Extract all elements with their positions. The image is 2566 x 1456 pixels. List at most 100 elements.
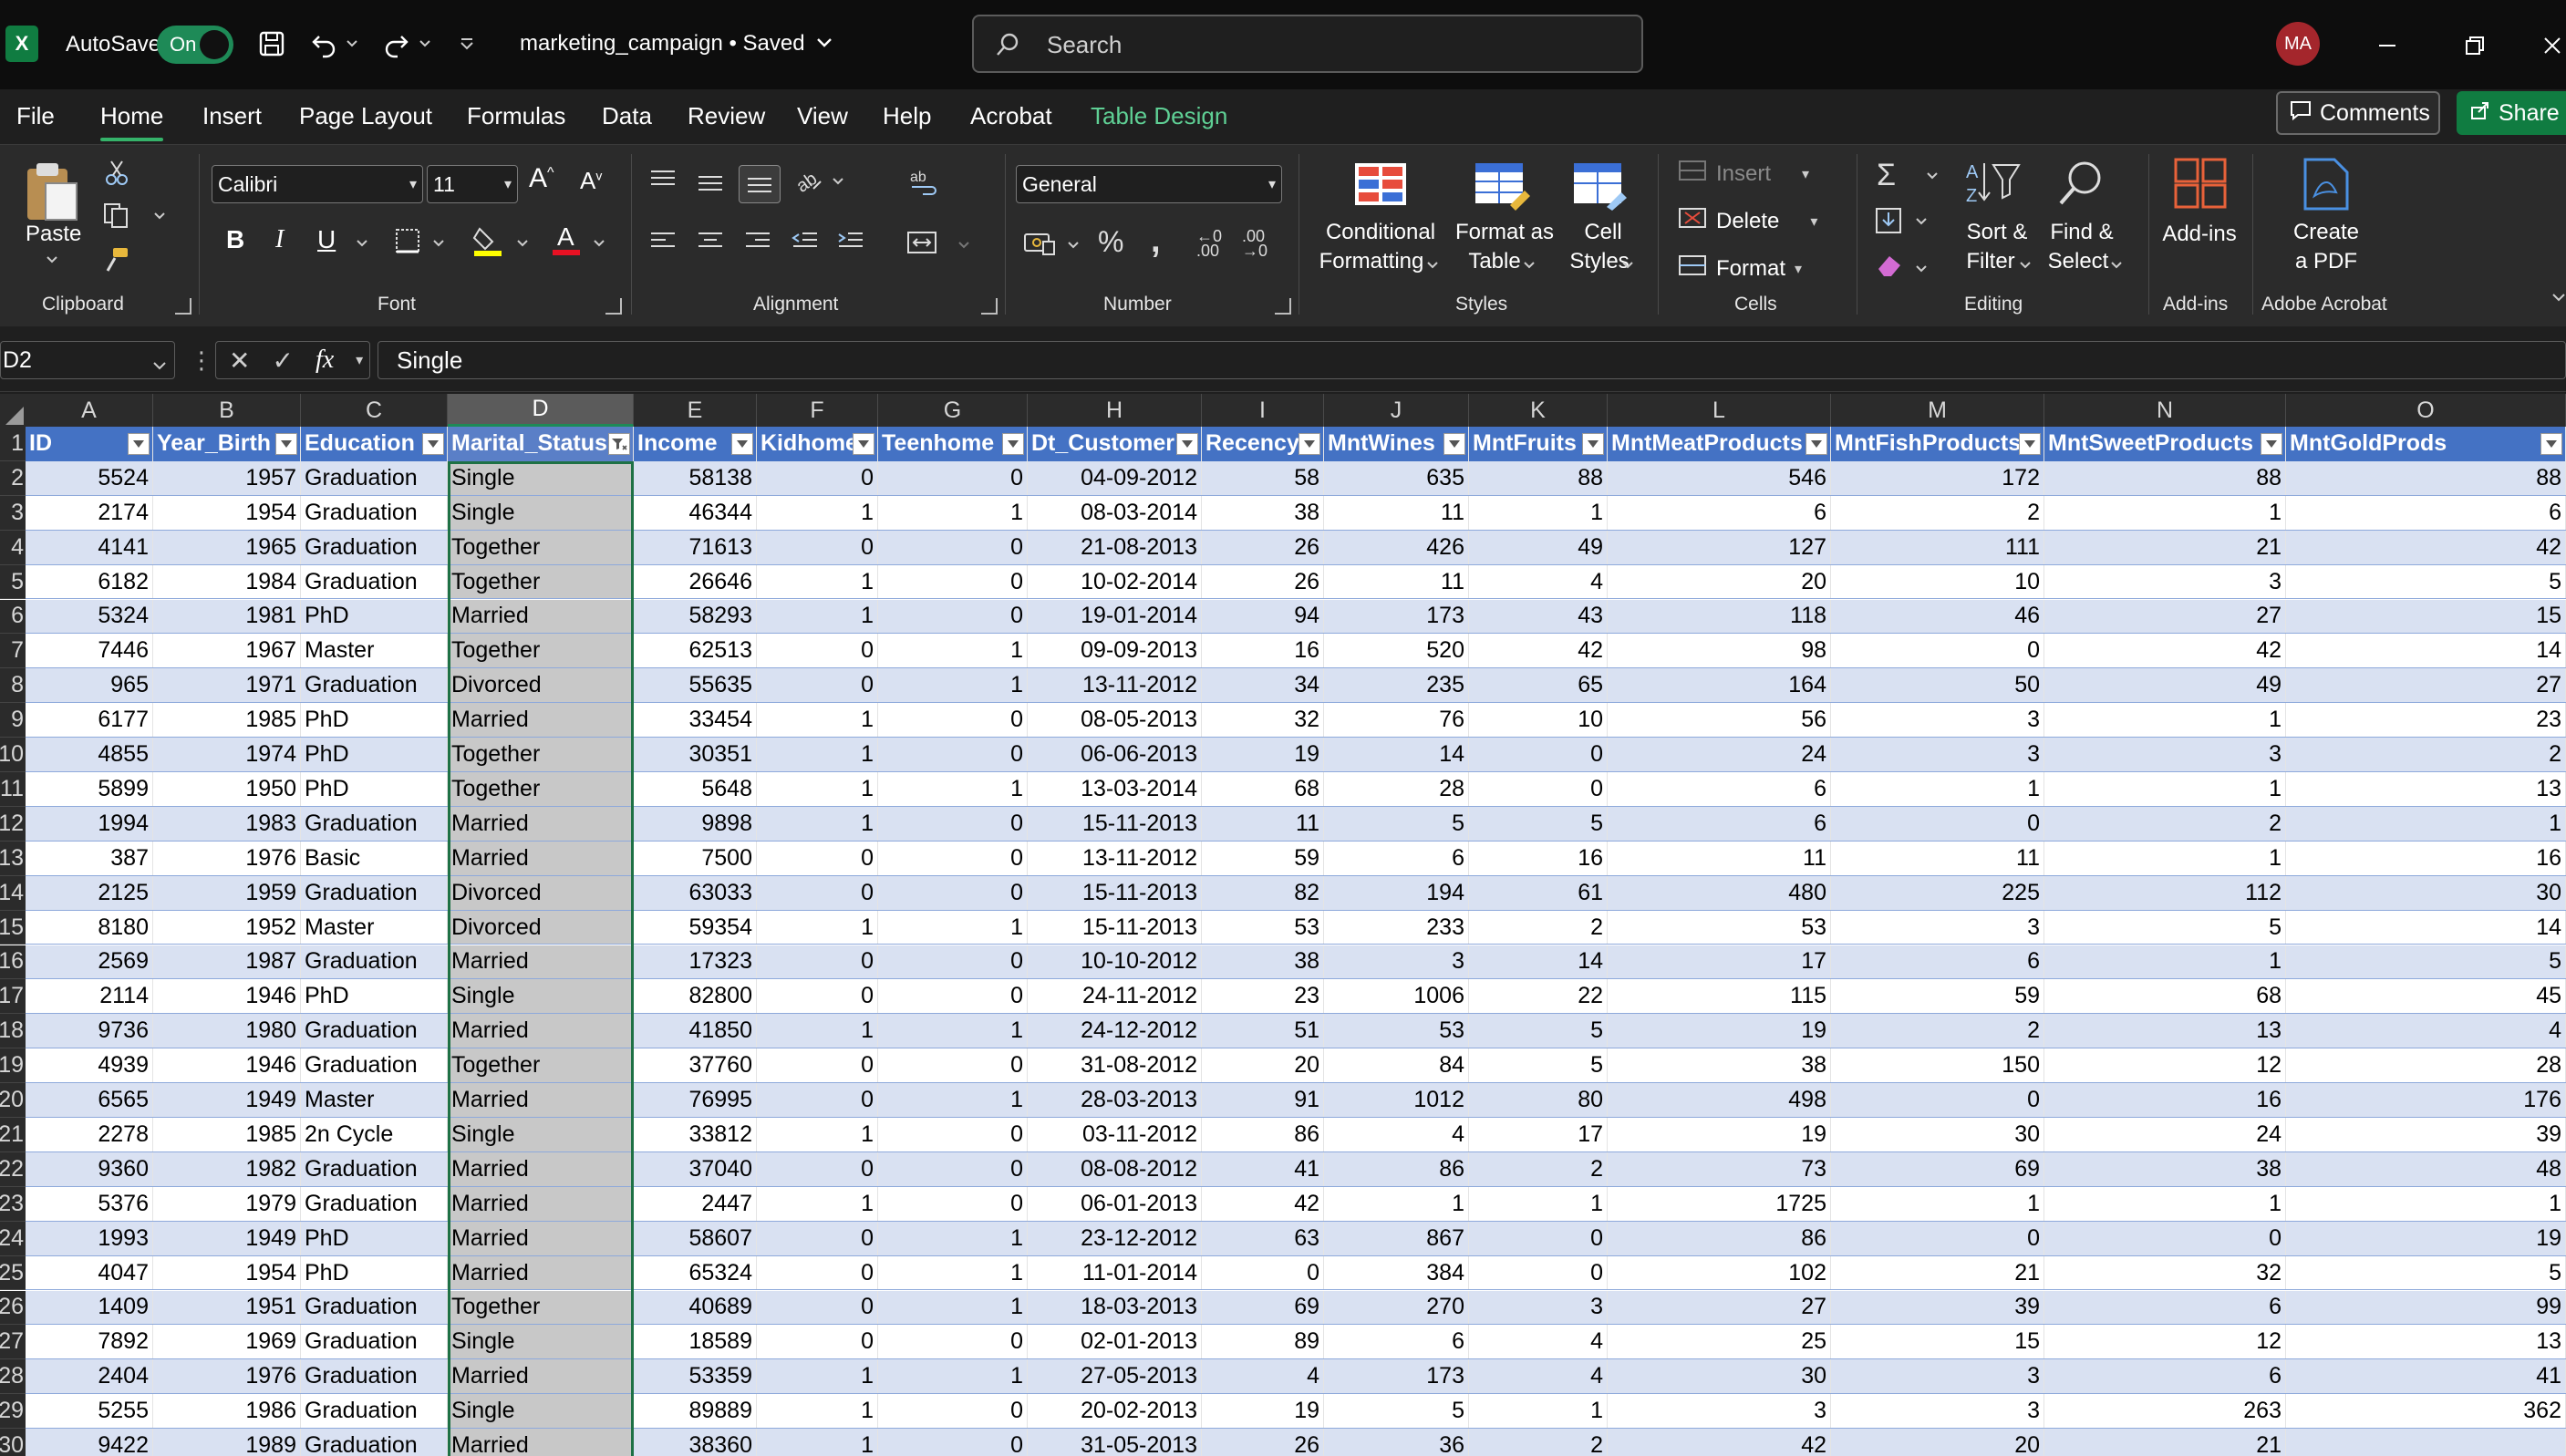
cell[interactable]: 27-05-2013 <box>1028 1359 1202 1394</box>
autosave-toggle[interactable]: On <box>157 26 233 64</box>
cell[interactable]: 0 <box>757 1151 878 1186</box>
cell[interactable]: 384 <box>1324 1255 1469 1290</box>
cell[interactable]: 49 <box>2044 668 2286 703</box>
cell[interactable]: 24 <box>2044 1118 2286 1151</box>
cell[interactable]: 10 <box>1831 564 2044 599</box>
cell[interactable]: 2 <box>1831 495 2044 530</box>
filter-applied-icon[interactable] <box>608 433 630 455</box>
column-header-d[interactable]: D <box>448 394 634 427</box>
cell[interactable]: Master <box>301 1083 448 1117</box>
select-all-corner[interactable] <box>0 394 26 427</box>
cell[interactable]: 0 <box>757 945 878 979</box>
cell[interactable]: Divorced <box>448 668 634 703</box>
cell[interactable]: 173 <box>1324 1359 1469 1394</box>
create-pdf-label-2[interactable]: a PDF <box>2285 247 2367 276</box>
cell[interactable]: 08-05-2013 <box>1028 703 1202 738</box>
cell[interactable]: 20-02-2013 <box>1028 1394 1202 1429</box>
cell[interactable]: 1 <box>878 1014 1028 1048</box>
cell[interactable]: 9898 <box>634 806 757 841</box>
conditional-formatting-dropdown-icon[interactable] <box>1426 258 1439 274</box>
number-launcher-icon[interactable] <box>1275 298 1291 315</box>
cell[interactable]: 111 <box>1831 530 2044 564</box>
cell[interactable]: 51 <box>1202 1014 1324 1048</box>
cell[interactable]: 2 <box>1469 1151 1608 1186</box>
cell[interactable]: 2114 <box>26 979 153 1014</box>
cell[interactable]: 225 <box>1831 875 2044 910</box>
cell[interactable]: 17323 <box>634 945 757 979</box>
cell[interactable]: 82 <box>1202 875 1324 910</box>
cell[interactable]: Single <box>448 979 634 1014</box>
cell[interactable]: 0 <box>878 460 1028 495</box>
cell[interactable]: 91 <box>1202 1083 1324 1117</box>
cell[interactable]: 0 <box>757 634 878 668</box>
create-pdf-icon[interactable] <box>2302 158 2351 215</box>
cell[interactable]: 1 <box>878 495 1028 530</box>
column-header-g[interactable]: G <box>878 394 1028 427</box>
cell[interactable]: 58293 <box>634 599 757 634</box>
cell[interactable]: 1 <box>757 1359 878 1394</box>
increase-decimal-icon[interactable]: ←0.00 <box>1196 228 1222 259</box>
cell[interactable]: 1989 <box>153 1429 301 1456</box>
row-number[interactable]: 9 <box>0 703 26 738</box>
cell[interactable]: 69 <box>1202 1290 1324 1325</box>
cell[interactable]: 1 <box>878 1290 1028 1325</box>
copy-icon[interactable] <box>102 201 131 233</box>
cell[interactable]: 1 <box>1831 1186 2044 1221</box>
row-number[interactable]: 23 <box>0 1186 26 1222</box>
row-number[interactable]: 30 <box>0 1429 26 1456</box>
cell[interactable]: 3 <box>1831 738 2044 771</box>
font-name-combo[interactable]: Calibri ▾ <box>212 165 423 203</box>
cell[interactable]: 20 <box>1202 1048 1324 1083</box>
filter-dropdown-icon[interactable] <box>128 433 150 455</box>
cell[interactable]: 3 <box>1831 910 2044 945</box>
tab-formulas[interactable]: Formulas <box>467 102 565 130</box>
cell[interactable]: 26 <box>1202 1429 1324 1456</box>
number-format-combo[interactable]: General ▾ <box>1016 165 1282 203</box>
avatar[interactable]: MA <box>2276 22 2320 66</box>
cell[interactable]: 6 <box>1608 495 1831 530</box>
column-header-h[interactable]: H <box>1028 394 1202 427</box>
cell[interactable]: Single <box>448 1325 634 1359</box>
cell[interactable] <box>2286 1429 2566 1456</box>
cell[interactable]: 1 <box>757 910 878 945</box>
cell[interactable]: 59 <box>1202 841 1324 875</box>
collapse-ribbon-icon[interactable] <box>2551 291 2566 307</box>
cell[interactable]: 26 <box>1202 564 1324 599</box>
format-as-table-dropdown-icon[interactable] <box>1523 258 1536 274</box>
cell[interactable]: 2 <box>1831 1014 2044 1048</box>
find-select-label-2[interactable]: Select <box>2044 247 2112 276</box>
column-header-f[interactable]: F <box>757 394 878 427</box>
cell[interactable]: 11 <box>1324 564 1469 599</box>
cell[interactable]: 20 <box>1608 564 1831 599</box>
cell[interactable]: 13-11-2012 <box>1028 841 1202 875</box>
cell[interactable]: Graduation <box>301 460 448 495</box>
cell[interactable]: 1 <box>878 668 1028 703</box>
cell[interactable]: 43 <box>1469 599 1608 634</box>
fill-color-dropdown-icon[interactable] <box>516 236 529 253</box>
cell[interactable]: 1 <box>757 1186 878 1221</box>
row-number[interactable]: 16 <box>0 945 26 980</box>
tab-page-layout[interactable]: Page Layout <box>299 102 432 130</box>
column-header-b[interactable]: B <box>153 394 301 427</box>
cell[interactable]: 31-05-2013 <box>1028 1429 1202 1456</box>
cell[interactable]: 59 <box>1831 979 2044 1014</box>
cell[interactable]: 150 <box>1831 1048 2044 1083</box>
fill-dropdown-icon[interactable] <box>1915 214 1928 231</box>
cell[interactable]: 1 <box>757 1014 878 1048</box>
cell[interactable]: 94 <box>1202 599 1324 634</box>
fill-color-icon[interactable] <box>472 223 503 263</box>
cell[interactable]: 65324 <box>634 1255 757 1290</box>
autosum-dropdown-icon[interactable] <box>1926 169 1939 185</box>
cell[interactable]: 1 <box>1831 772 2044 806</box>
column-header-l[interactable]: L <box>1608 394 1831 427</box>
cell[interactable]: 3 <box>2044 564 2286 599</box>
cut-icon[interactable] <box>104 160 129 191</box>
cell[interactable]: 86 <box>1202 1118 1324 1151</box>
decrease-indent-icon[interactable] <box>792 231 819 257</box>
cell[interactable]: 1 <box>878 1255 1028 1290</box>
cell[interactable]: PhD <box>301 772 448 806</box>
cell[interactable]: 12 <box>2044 1048 2286 1083</box>
percent-style-icon[interactable]: % <box>1098 225 1123 259</box>
filter-dropdown-icon[interactable] <box>731 433 753 455</box>
cell[interactable]: 0 <box>1831 1083 2044 1117</box>
